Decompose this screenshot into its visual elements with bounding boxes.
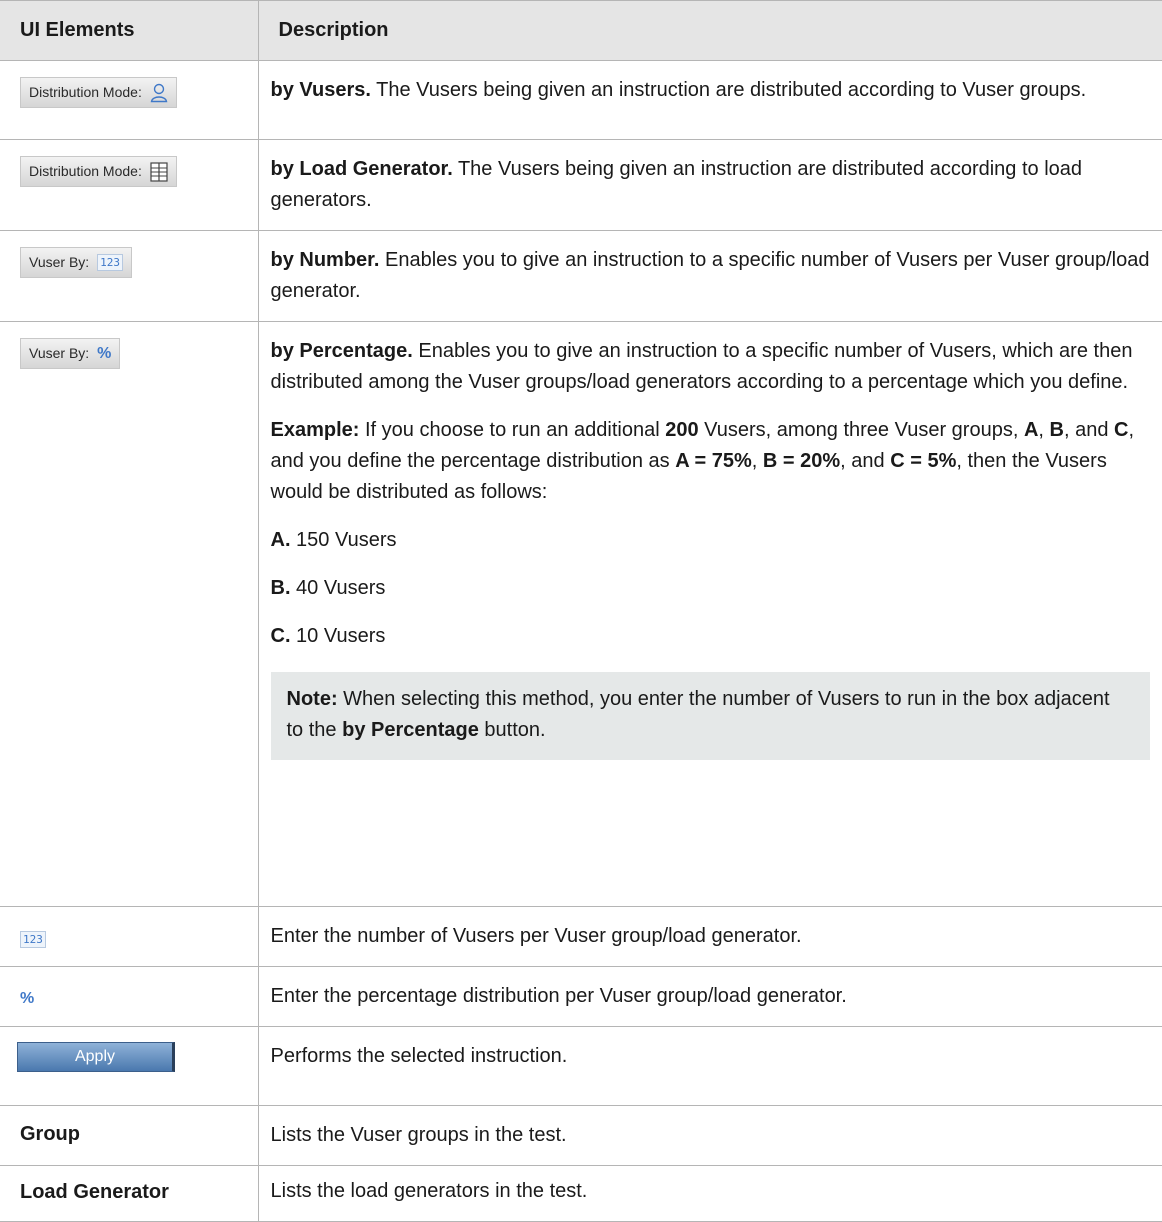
description-cell: Enter the percentage distribution per Vu…	[258, 966, 1162, 1027]
percent-icon: %	[97, 345, 112, 362]
example-value: B	[1049, 419, 1064, 441]
note-label: Note:	[286, 688, 338, 710]
ui-elements-table: UI Elements Description Distribution Mod…	[0, 0, 1162, 1222]
list-item-text: 10 Vusers	[290, 625, 386, 647]
example-text: If you choose to run an additional	[359, 419, 666, 441]
list-item-text: 150 Vusers	[290, 529, 397, 551]
percent-icon[interactable]: %	[20, 983, 34, 1014]
ui-element-cell: Distribution Mode:	[0, 139, 259, 231]
distribution-mode-label: Distribution Mode:	[29, 84, 142, 100]
description-text: by Vusers. The Vusers being given an ins…	[271, 75, 1151, 106]
vuser-by-number-button[interactable]: Vuser By: 123	[20, 247, 133, 278]
example-text: , and	[840, 450, 891, 472]
description-cell: by Number. Enables you to give an instru…	[258, 230, 1162, 322]
list-item: B. 40 Vusers	[271, 573, 1151, 604]
list-item-label: B.	[270, 577, 291, 599]
list-item-text: 40 Vusers	[290, 577, 386, 599]
table-row: Distribution Mode: by Vusers. The Vusers…	[0, 60, 1162, 140]
ui-element-cell: %	[0, 966, 259, 1027]
ui-element-cell: Vuser By: %	[0, 321, 259, 907]
server-list-icon	[150, 161, 168, 182]
description-text: Performs the selected instruction.	[270, 1045, 568, 1067]
table-row: Vuser By: % by Percentage. Enables you t…	[0, 321, 1162, 907]
description-text: by Percentage. Enables you to give an in…	[271, 336, 1151, 398]
table-row: % Enter the percentage distribution per …	[0, 966, 1162, 1027]
number-123-icon: 123	[97, 254, 124, 271]
load-generator-label: Load Generator	[0, 1165, 259, 1222]
description-lead: by Percentage.	[270, 340, 413, 362]
description-body: The Vusers being given an instruction ar…	[370, 79, 1087, 101]
description-cell: by Vusers. The Vusers being given an ins…	[258, 60, 1162, 140]
vuser-by-label: Vuser By:	[29, 254, 90, 270]
table-row: Vuser By: 123 by Number. Enables you to …	[0, 230, 1162, 322]
description-cell: by Percentage. Enables you to give an in…	[258, 321, 1162, 907]
distribution-mode-label: Distribution Mode:	[29, 163, 142, 179]
list-item: A. 150 Vusers	[271, 525, 1151, 556]
table-row: Distribution Mode: by Load Generator. Th…	[0, 139, 1162, 231]
example-value: A = 75%	[675, 450, 752, 472]
note-emphasis: by Percentage	[342, 719, 479, 741]
example-text: Vusers, among three Vuser groups,	[698, 419, 1024, 441]
description-lead: by Load Generator.	[270, 158, 453, 180]
description-text: by Number. Enables you to give an instru…	[271, 245, 1151, 307]
note-text: button.	[478, 719, 546, 741]
ui-element-cell: Distribution Mode:	[0, 60, 259, 140]
ui-element-cell: 123	[0, 906, 259, 967]
description-cell: Performs the selected instruction.	[258, 1026, 1162, 1106]
ui-element-cell: Apply	[0, 1026, 259, 1106]
table-row: Load Generator Lists the load generators…	[0, 1165, 1162, 1222]
description-cell: Lists the load generators in the test.	[258, 1165, 1162, 1222]
example-value: C	[1114, 419, 1129, 441]
description-lead: by Vusers.	[270, 79, 371, 101]
example-paragraph: Example: If you choose to run an additio…	[271, 415, 1151, 508]
table-row: Group Lists the Vuser groups in the test…	[0, 1105, 1162, 1166]
table-row: Apply Performs the selected instruction.	[0, 1026, 1162, 1106]
example-text: ,	[1038, 419, 1050, 441]
ui-element-cell: Vuser By: 123	[0, 230, 259, 322]
description-cell: Enter the number of Vusers per Vuser gro…	[258, 906, 1162, 967]
vuser-by-label: Vuser By:	[29, 345, 90, 361]
example-text: ,	[751, 450, 763, 472]
description-cell: Lists the Vuser groups in the test.	[258, 1105, 1162, 1166]
person-icon	[150, 83, 168, 103]
example-label: Example:	[270, 419, 360, 441]
description-text: Lists the load generators in the test.	[270, 1180, 588, 1202]
example-value: B = 20%	[762, 450, 841, 472]
header-ui-elements: UI Elements	[0, 0, 259, 61]
example-value: A	[1023, 419, 1039, 441]
table-row: 123 Enter the number of Vusers per Vuser…	[0, 906, 1162, 967]
list-item-label: A.	[270, 529, 291, 551]
description-cell: by Load Generator. The Vusers being give…	[258, 139, 1162, 231]
number-123-icon[interactable]: 123	[20, 931, 46, 948]
example-value: 200	[665, 419, 699, 441]
example-value: C = 5%	[890, 450, 957, 472]
example-text: , and	[1063, 419, 1115, 441]
list-item-label: C.	[270, 625, 291, 647]
description-body: Enables you to give an instruction to a …	[270, 249, 1150, 302]
apply-button[interactable]: Apply	[17, 1042, 175, 1072]
description-text: Enter the number of Vusers per Vuser gro…	[270, 925, 802, 947]
document: UI Elements Description Distribution Mod…	[0, 0, 1162, 1222]
distribution-mode-vusers-button[interactable]: Distribution Mode:	[20, 77, 177, 108]
description-text: Enter the percentage distribution per Vu…	[270, 985, 847, 1007]
description-lead: by Number.	[270, 249, 380, 271]
group-label: Group	[0, 1105, 259, 1166]
distribution-mode-load-generator-button[interactable]: Distribution Mode:	[20, 156, 177, 187]
header-description: Description	[258, 0, 1162, 61]
description-text: by Load Generator. The Vusers being give…	[271, 154, 1151, 216]
vuser-by-percentage-button[interactable]: Vuser By: %	[20, 338, 121, 369]
table-header-row: UI Elements Description	[0, 0, 1162, 61]
list-item: C. 10 Vusers	[271, 621, 1151, 652]
description-text: Lists the Vuser groups in the test.	[270, 1124, 567, 1146]
note-box: Note: When selecting this method, you en…	[270, 672, 1150, 760]
